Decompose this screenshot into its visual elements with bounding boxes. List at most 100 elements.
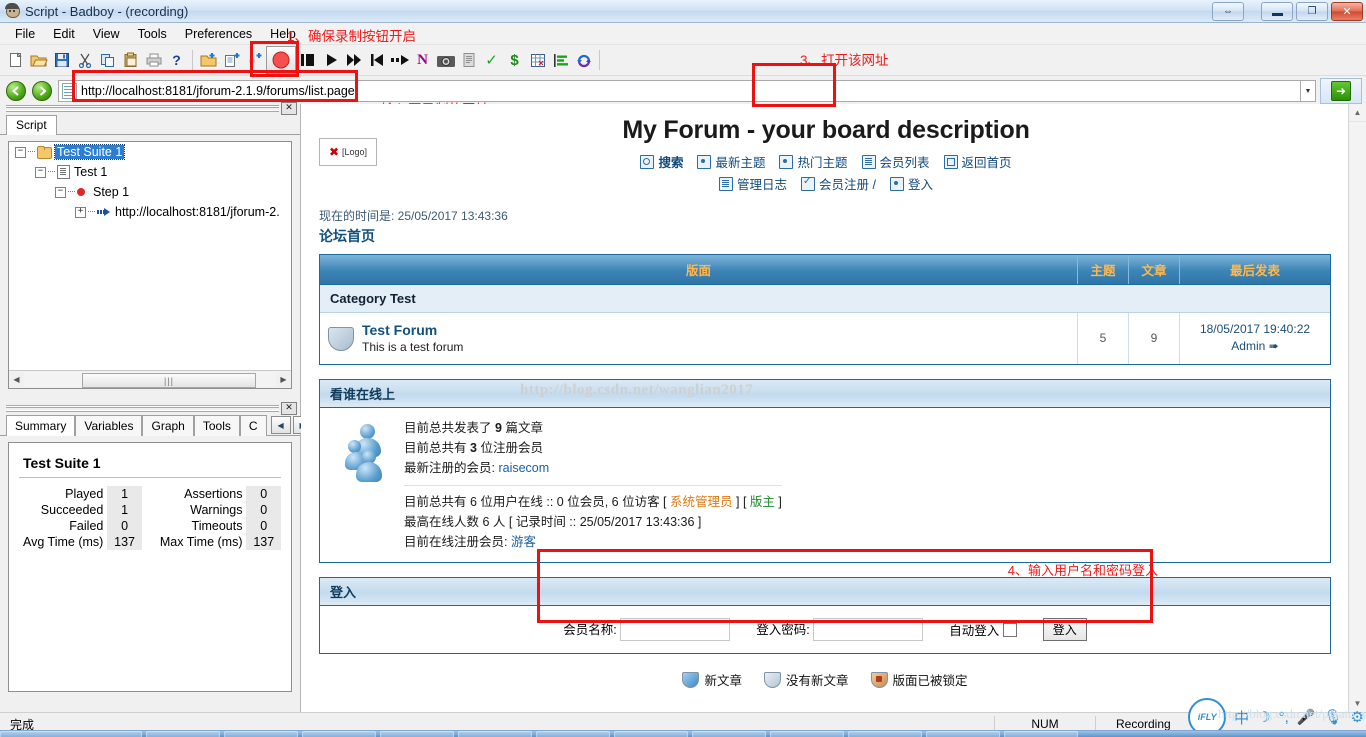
taskbar-item[interactable] (146, 731, 220, 737)
collapse-toggle-icon[interactable]: − (15, 147, 26, 158)
table-row: Failed 0 Timeouts 0 (19, 518, 281, 534)
script-tree-horizontal-scrollbar[interactable]: ◀ ||| ▶ (9, 370, 291, 388)
tab-c-truncated[interactable]: C (240, 415, 267, 436)
close-script-panel-icon[interactable]: ✕ (281, 102, 297, 115)
scroll-up-icon[interactable]: ▲ (1349, 104, 1366, 122)
nav-register[interactable]: 会员注册 / (801, 174, 876, 193)
new-icon[interactable] (4, 49, 27, 72)
save-icon[interactable] (50, 49, 73, 72)
menu-edit[interactable]: Edit (44, 25, 84, 43)
taskbar-item[interactable] (692, 731, 766, 737)
url-field[interactable]: http://localhost:8181/jforum-2.1.9/forum… (58, 80, 1301, 102)
scroll-track[interactable]: ||| (24, 372, 276, 387)
last-post-user[interactable]: Admin (1231, 339, 1265, 353)
expand-toggle-icon[interactable]: + (75, 207, 86, 218)
nav-member-list[interactable]: 会员列表 (862, 152, 930, 171)
new-step-icon[interactable] (243, 49, 266, 72)
record-icon[interactable] (266, 46, 296, 74)
tab-summary[interactable]: Summary (6, 415, 75, 436)
taskbar-item[interactable] (770, 731, 844, 737)
play-icon[interactable] (319, 49, 342, 72)
tree-node-step[interactable]: − Step 1 (9, 182, 291, 202)
taskbar-item[interactable] (1004, 731, 1078, 737)
tab-scroll-left-icon[interactable]: ◀ (271, 416, 291, 434)
tree-node-test-suite[interactable]: − Test Suite 1 (9, 142, 291, 162)
collapse-toggle-icon[interactable]: − (35, 167, 46, 178)
taskbar-item[interactable] (536, 731, 610, 737)
taskbar-item[interactable] (926, 731, 1000, 737)
browser-vertical-scrollbar[interactable]: ▲ ▼ (1348, 104, 1366, 712)
tab-script[interactable]: Script (6, 115, 57, 135)
nav-search[interactable]: 搜索 (640, 152, 683, 171)
close-button[interactable]: ✕ (1331, 2, 1363, 21)
menu-file[interactable]: File (6, 25, 44, 43)
password-input[interactable] (813, 618, 923, 641)
taskbar-item[interactable] (614, 731, 688, 737)
menu-tools[interactable]: Tools (129, 25, 176, 43)
menu-preferences[interactable]: Preferences (176, 25, 261, 43)
taskbar-item[interactable] (458, 731, 532, 737)
tab-tools[interactable]: Tools (194, 415, 240, 436)
rewind-icon[interactable] (365, 49, 388, 72)
assertion-icon[interactable]: ✓ (480, 49, 503, 72)
forum-name-link[interactable]: Test Forum (362, 322, 463, 338)
tree-node-navigate[interactable]: + http://localhost:8181/jforum-2. (9, 202, 291, 222)
go-button[interactable]: ➜ (1320, 78, 1362, 104)
step-icon[interactable] (388, 49, 411, 72)
navigator-icon[interactable]: N (411, 49, 434, 72)
close-summary-panel-icon[interactable]: ✕ (281, 402, 297, 415)
open-icon[interactable] (27, 49, 50, 72)
nav-hot-topics[interactable]: 热门主题 (779, 152, 847, 171)
login-button[interactable]: 登入 (1043, 618, 1087, 641)
copy-icon[interactable] (96, 49, 119, 72)
url-dropdown-button[interactable]: ▼ (1301, 80, 1316, 102)
new-test-icon[interactable] (220, 49, 243, 72)
taskbar-start-button[interactable] (0, 731, 142, 737)
play-all-icon[interactable] (342, 49, 365, 72)
variable-icon[interactable]: $ (503, 49, 526, 72)
restore-size-button[interactable]: ⇔ (1212, 2, 1244, 21)
scroll-left-icon[interactable]: ◀ (9, 372, 24, 387)
taskbar-item[interactable] (302, 731, 376, 737)
scroll-thumb[interactable]: ||| (82, 373, 256, 388)
back-button[interactable] (6, 81, 26, 101)
print-icon[interactable] (142, 49, 165, 72)
tree-node-test[interactable]: − Test 1 (9, 162, 291, 182)
maximize-button[interactable]: ❐ (1296, 2, 1328, 21)
script-tree[interactable]: − Test Suite 1 − Test 1 − Step 1 (8, 141, 292, 389)
menu-view[interactable]: View (84, 25, 129, 43)
nav-new-topics[interactable]: 最新主题 (697, 152, 765, 171)
pause-icon[interactable] (296, 49, 319, 72)
newest-member-link[interactable]: raisecom (498, 461, 549, 475)
category-name[interactable]: Category Test (320, 285, 1078, 313)
paste-icon[interactable] (119, 49, 142, 72)
tab-variables[interactable]: Variables (75, 415, 142, 436)
report-icon[interactable] (457, 49, 480, 72)
screenshot-icon[interactable] (434, 49, 457, 72)
tab-graph[interactable]: Graph (142, 415, 193, 436)
chart-icon[interactable] (549, 49, 572, 72)
refresh-icon[interactable] (572, 49, 595, 72)
script-panel-grip[interactable]: ✕ (0, 104, 300, 113)
nav-admin-log[interactable]: 管理日志 (719, 174, 787, 193)
taskbar-item[interactable] (224, 731, 298, 737)
forward-button[interactable] (32, 81, 52, 101)
nav-login[interactable]: 登入 (890, 174, 933, 193)
scroll-right-icon[interactable]: ▶ (276, 372, 291, 387)
nav-home[interactable]: 返回首页 (944, 152, 1012, 171)
taskbar-item[interactable] (380, 731, 454, 737)
online-member-link[interactable]: 游客 (511, 535, 536, 549)
autologin-checkbox[interactable] (1003, 623, 1017, 637)
grid-icon[interactable] (526, 49, 549, 72)
cut-icon[interactable] (73, 49, 96, 72)
minimize-button[interactable] (1261, 2, 1293, 21)
goto-last-post-icon[interactable]: ➠ (1269, 339, 1279, 353)
new-suite-icon[interactable] (197, 49, 220, 72)
taskbar-item[interactable] (848, 731, 922, 737)
moderator-group-label[interactable]: 版主 (750, 495, 775, 509)
summary-panel-grip[interactable]: ✕ (0, 404, 300, 413)
collapse-toggle-icon[interactable]: − (55, 187, 66, 198)
username-input[interactable] (620, 618, 730, 641)
help-icon[interactable]: ? (165, 49, 188, 72)
admin-group-label[interactable]: 系统管理员 (670, 495, 733, 509)
